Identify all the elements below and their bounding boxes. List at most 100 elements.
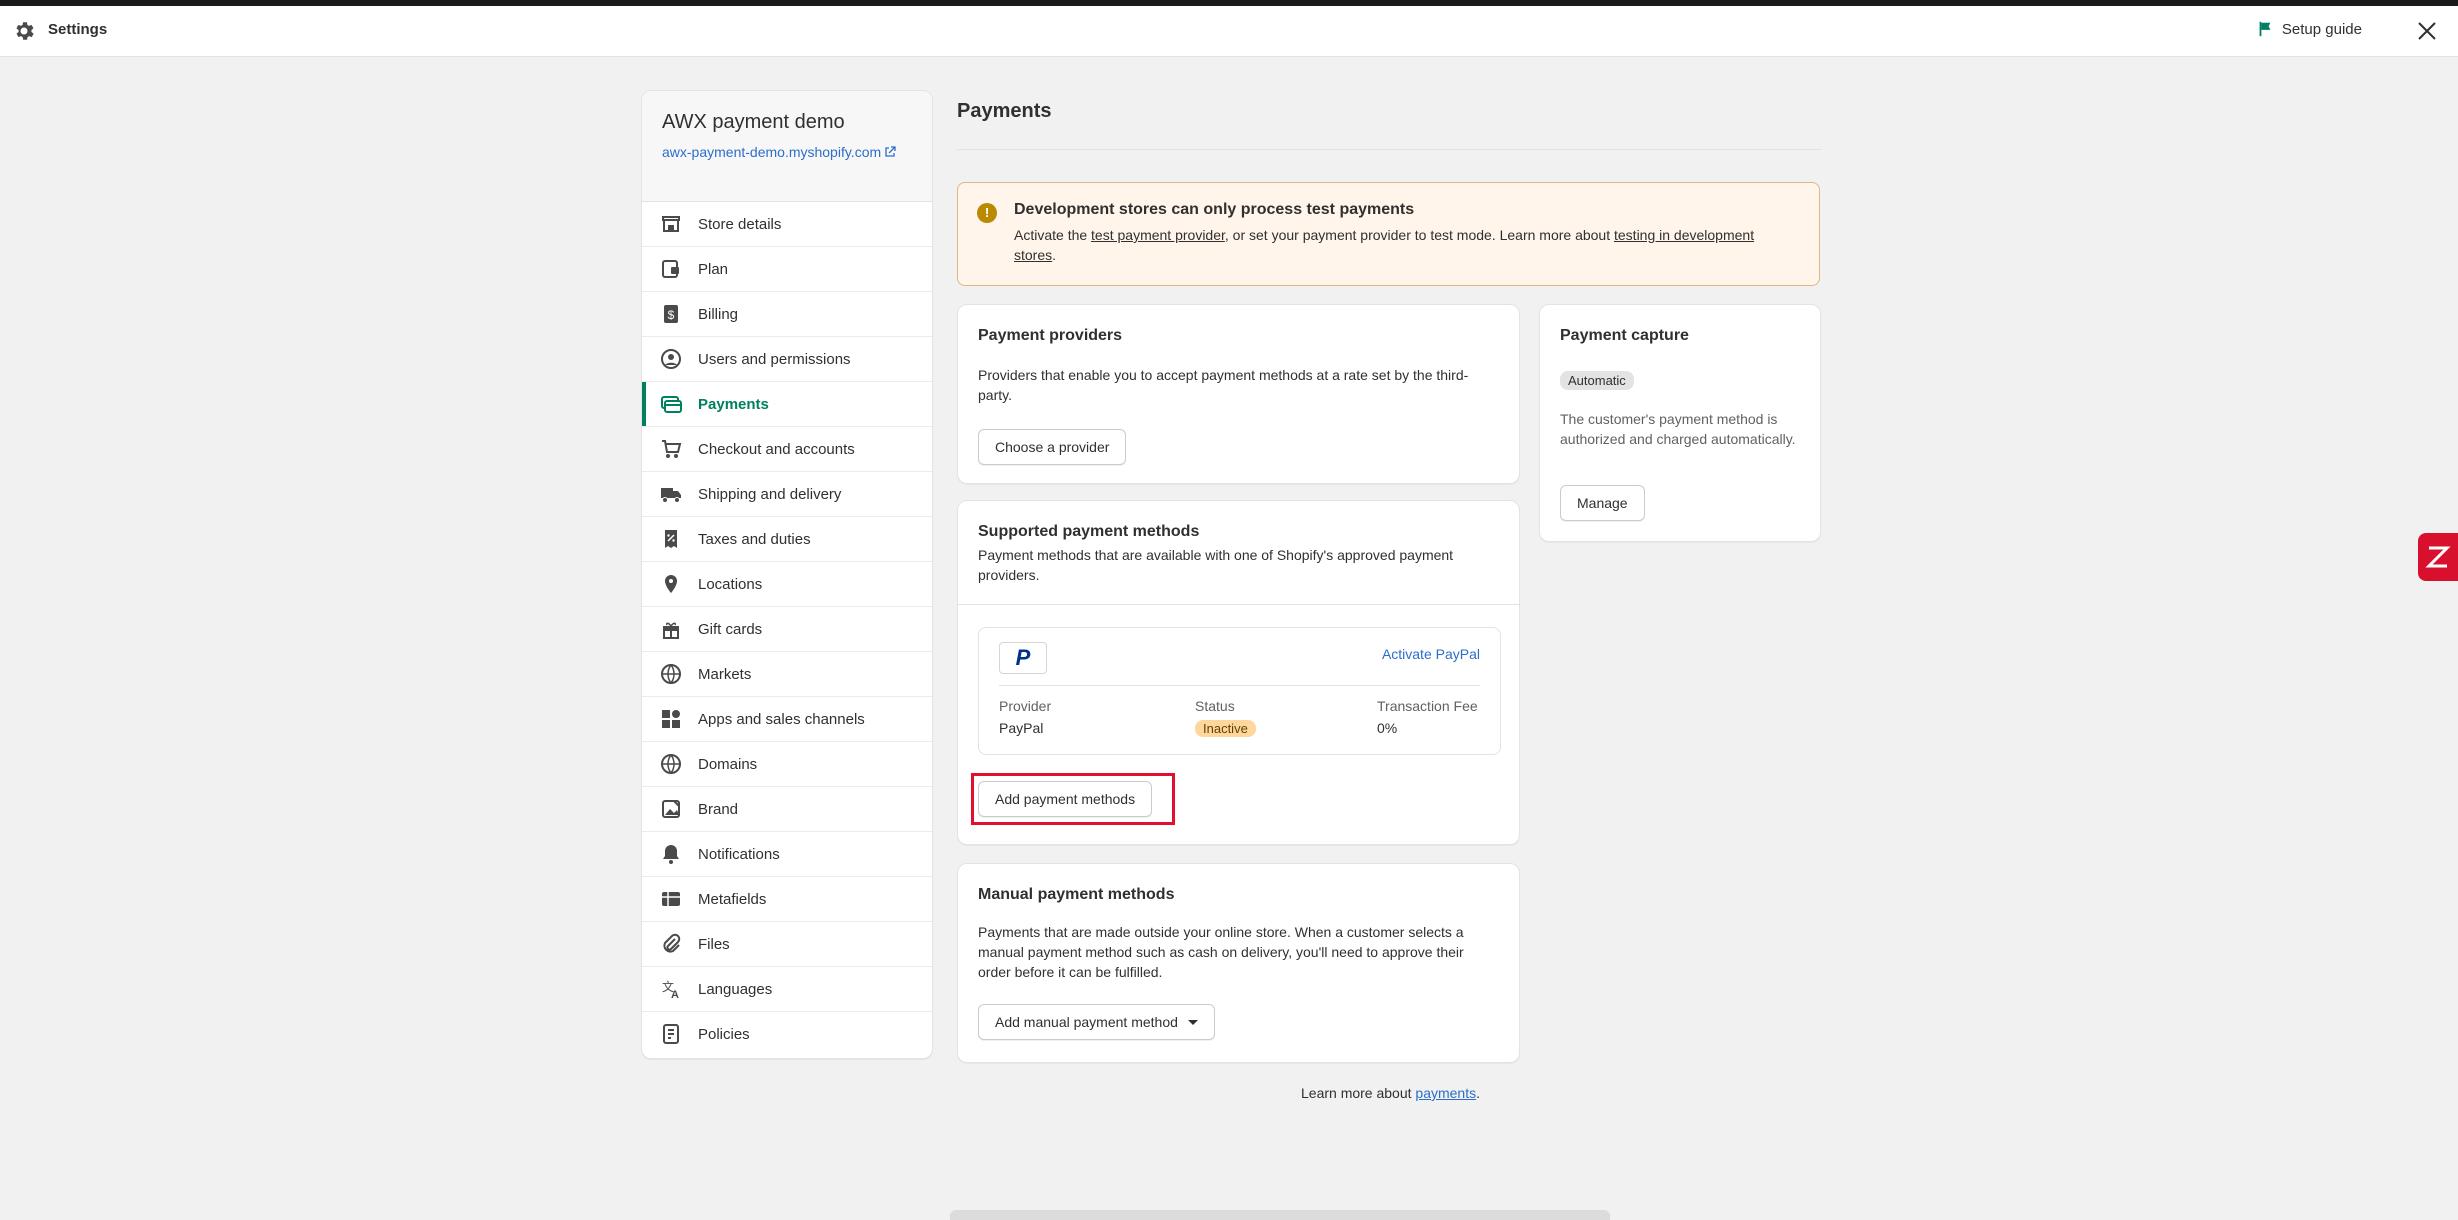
payment-providers-title: Payment providers xyxy=(978,327,1123,344)
policy-icon xyxy=(663,1024,679,1044)
cart-icon xyxy=(662,440,682,458)
sidebar-item-label: Files xyxy=(698,935,730,953)
status-label: Status xyxy=(1195,698,1235,714)
sidebar-item-store-details[interactable]: Store details xyxy=(642,202,932,247)
sidebar-item-taxes-and-duties[interactable]: Taxes and duties xyxy=(642,517,932,562)
plan-icon xyxy=(662,260,679,278)
sidebar-item-apps-and-sales-channels[interactable]: Apps and sales channels xyxy=(642,697,932,742)
close-button[interactable] xyxy=(2412,16,2442,46)
sidebar-item-label: Gift cards xyxy=(698,620,763,638)
side-widget-button[interactable] xyxy=(2418,533,2458,581)
fee-column: Transaction Fee 0% xyxy=(1377,698,1478,736)
sidebar-item-label: Shipping and delivery xyxy=(698,485,842,503)
sidebar-item-policies[interactable]: Policies xyxy=(642,1012,932,1057)
choose-provider-button[interactable]: Choose a provider xyxy=(978,429,1127,465)
truck-icon xyxy=(661,488,681,503)
paypal-logo-letter: P xyxy=(1015,645,1031,670)
banner-text-part: Activate the xyxy=(1014,227,1092,243)
brand-icon xyxy=(662,800,680,818)
manual-description: Payments that are made outside your onli… xyxy=(978,924,1464,980)
caret-down-icon xyxy=(1187,1020,1198,1025)
location-pin-icon xyxy=(665,575,677,593)
payment-capture-card: Payment capture Automatic The customer's… xyxy=(1539,304,1821,542)
sidebar-item-label: Policies xyxy=(698,1026,750,1043)
globe-icon xyxy=(661,664,681,684)
sidebar-item-label: Plan xyxy=(698,260,729,278)
paperclip-icon xyxy=(663,933,681,953)
language-icon: 文A xyxy=(662,979,679,1000)
sidebar-item-plan[interactable]: Plan xyxy=(642,247,932,292)
paypal-provider-box: P Activate PayPal Provider PayPal Status… xyxy=(978,627,1501,755)
payment-providers-description: Providers that enable you to accept paym… xyxy=(978,367,1469,403)
sidebar-item-label: Billing xyxy=(698,305,739,323)
sidebar-item-files[interactable]: Files xyxy=(642,922,932,967)
divider xyxy=(957,149,1822,150)
provider-column: Provider PayPal xyxy=(999,698,1051,736)
sidebar-item-notifications[interactable]: Notifications xyxy=(642,832,932,877)
sidebar-item-label: Markets xyxy=(698,665,752,683)
payment-providers-card: Payment providers Providers that enable … xyxy=(957,304,1520,484)
provider-label: Provider xyxy=(999,698,1052,714)
sidebar-item-label: Taxes and duties xyxy=(698,530,811,548)
activate-paypal-link[interactable]: Activate PayPal xyxy=(1382,646,1480,662)
sidebar-item-label: Metafields xyxy=(698,890,767,908)
sidebar-item-label: Locations xyxy=(698,575,763,593)
settings-sidebar: AWX payment demo awx-payment-demo.myshop… xyxy=(641,90,933,1059)
close-icon xyxy=(2418,22,2436,40)
sidebar-item-label: Checkout and accounts xyxy=(698,440,855,458)
banner-text: Activate the test payment provider, or s… xyxy=(1014,225,1799,265)
store-url-link[interactable]: awx-payment-demo.myshopify.com xyxy=(662,142,912,162)
supported-title: Supported payment methods xyxy=(978,523,1200,540)
sidebar-item-domains[interactable]: Domains xyxy=(642,742,932,787)
fee-value: 0% xyxy=(1377,720,1398,736)
status-column: Status Inactive xyxy=(1195,698,1256,737)
supported-payment-methods-card: Supported payment methods Payment method… xyxy=(957,500,1520,845)
apps-icon xyxy=(662,710,680,728)
manual-title: Manual payment methods xyxy=(978,886,1175,903)
sidebar-nav: Store details Plan $ Billing Users and permi… xyxy=(642,202,932,1057)
status-badge: Inactive xyxy=(1195,720,1256,737)
sidebar-item-label: Users and permissions xyxy=(698,350,851,368)
gear-icon xyxy=(16,22,34,40)
setup-guide-button[interactable]: Setup guide xyxy=(2256,20,2362,38)
sidebar-item-users-and-permissions[interactable]: Users and permissions xyxy=(642,337,932,382)
setup-guide-label: Setup guide xyxy=(2281,20,2362,38)
highlight-box xyxy=(971,773,1175,825)
capture-description: The customer's payment method is authori… xyxy=(1560,411,1796,447)
payments-icon xyxy=(661,396,682,413)
store-url-text[interactable]: awx-payment-demo.myshopify.com xyxy=(662,144,881,160)
add-manual-payment-method-button[interactable]: Add manual payment method xyxy=(978,1004,1215,1040)
payments-help-link[interactable]: payments xyxy=(1415,1085,1476,1101)
widget-z-icon xyxy=(2425,546,2451,568)
supported-description: Payment methods that are available with … xyxy=(978,547,1454,583)
sidebar-item-brand[interactable]: Brand xyxy=(642,787,932,832)
banner-text-part: , or set your payment provider to test m… xyxy=(1224,227,1614,243)
svg-text:A: A xyxy=(671,989,679,1000)
sidebar-item-languages[interactable]: 文 A Languages xyxy=(642,967,932,1012)
sidebar-item-billing[interactable]: $ Billing xyxy=(642,292,932,337)
divider xyxy=(999,685,1480,686)
sidebar-item-locations[interactable]: Locations xyxy=(642,562,932,607)
payment-capture-title: Payment capture xyxy=(1560,327,1689,344)
svg-text:$: $ xyxy=(668,308,675,322)
tax-icon xyxy=(665,530,677,548)
page-title: Payments xyxy=(957,100,1052,122)
manage-capture-button[interactable]: Manage xyxy=(1560,485,1645,521)
sidebar-item-markets[interactable]: Markets xyxy=(642,652,932,697)
capture-mode-badge: Automatic xyxy=(1560,371,1634,390)
sidebar-item-metafields[interactable]: Metafields xyxy=(642,877,932,922)
sidebar-item-payments[interactable]: Payments xyxy=(642,382,932,427)
sidebar-item-gift-cards[interactable]: Gift cards xyxy=(642,607,932,652)
gift-icon xyxy=(663,622,679,639)
sidebar-item-label: Languages xyxy=(698,980,773,998)
sidebar-item-label: Brand xyxy=(698,800,739,818)
store-name: AWX payment demo xyxy=(662,111,845,133)
dev-store-warning-banner: ! Development stores can only process te… xyxy=(957,182,1820,286)
sidebar-item-checkout-and-accounts[interactable]: Checkout and accounts xyxy=(642,427,932,472)
store-header: AWX payment demo awx-payment-demo.myshop… xyxy=(642,91,932,202)
sidebar-item-shipping-and-delivery[interactable]: Shipping and delivery xyxy=(642,472,932,517)
add-manual-label: Add manual payment method xyxy=(995,1014,1178,1030)
bell-icon xyxy=(663,845,679,864)
supported-header: Supported payment methods Payment method… xyxy=(958,501,1519,605)
test-payment-provider-link[interactable]: test payment provider xyxy=(1091,227,1225,243)
